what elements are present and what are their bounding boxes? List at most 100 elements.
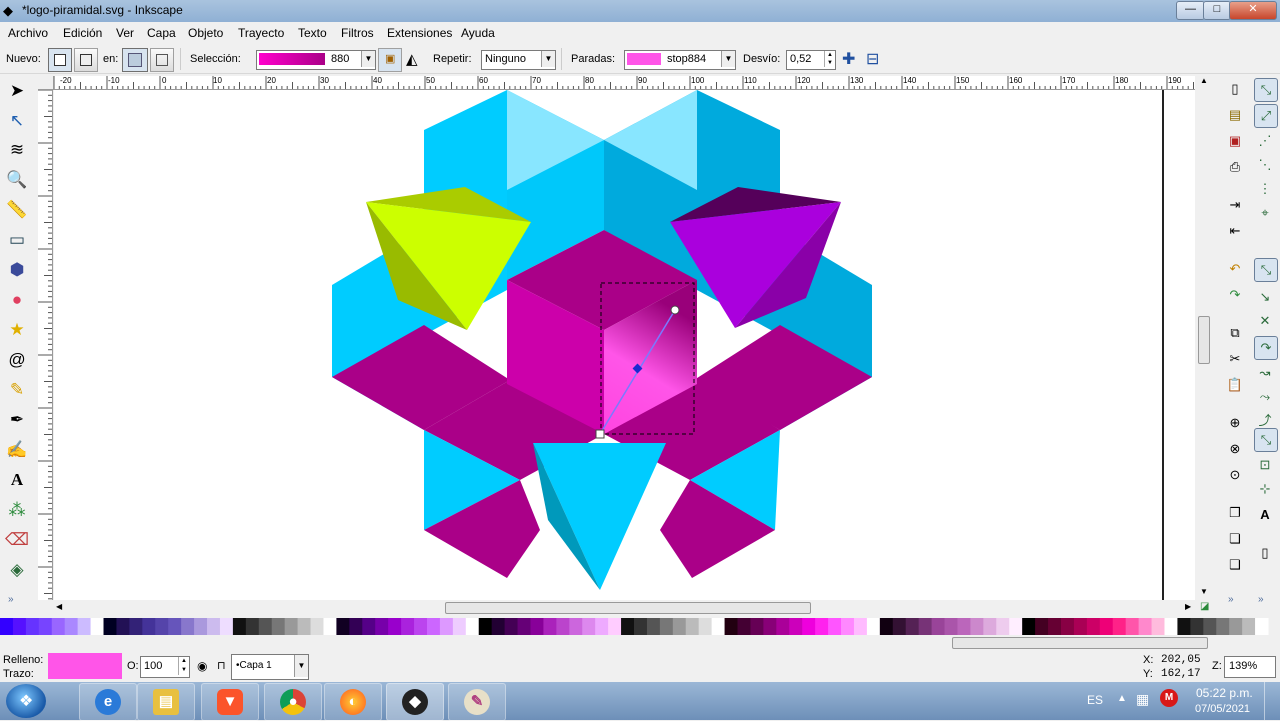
color-swatch[interactable] <box>323 618 337 635</box>
color-swatch[interactable] <box>1203 618 1217 635</box>
taskbar-firefox[interactable]: ◐ <box>324 683 382 721</box>
calligraphy-tool-icon[interactable]: ✍ <box>4 437 30 463</box>
snap-cusp-nodes-icon[interactable]: ↷ <box>1254 336 1278 360</box>
taskbar-ie[interactable]: e <box>79 683 137 721</box>
language-indicator[interactable]: ES <box>1087 693 1103 707</box>
zoom-tool-icon[interactable]: 🔍 <box>4 167 30 193</box>
snap-object-center-icon[interactable]: ⊡ <box>1254 454 1276 476</box>
color-swatch[interactable] <box>155 618 169 635</box>
layer-selector[interactable]: •Capa 1 ▼ <box>231 654 309 680</box>
color-swatch[interactable] <box>51 618 66 635</box>
copy-icon[interactable]: ⧉ <box>1226 324 1244 342</box>
more-snap-icon[interactable]: » <box>1258 594 1264 605</box>
color-swatch[interactable] <box>582 618 596 635</box>
color-swatch[interactable] <box>491 618 506 635</box>
start-button[interactable]: ❖ <box>6 684 46 718</box>
color-swatch[interactable] <box>116 618 130 635</box>
pen-tool-icon[interactable]: ✒ <box>4 407 30 433</box>
open-document-icon[interactable]: ▤ <box>1226 106 1244 124</box>
taskbar-inkscape[interactable]: ◆ <box>386 683 444 721</box>
color-swatch[interactable] <box>1216 618 1230 635</box>
color-swatch[interactable] <box>181 618 195 635</box>
color-swatch[interactable] <box>1190 618 1204 635</box>
snap-others-icon[interactable]: ⤡ <box>1254 428 1278 452</box>
star-tool-icon[interactable]: ★ <box>4 317 30 343</box>
snap-bbox-mid-icon[interactable]: ⋮ <box>1254 178 1276 200</box>
color-swatch[interactable] <box>841 618 855 635</box>
color-swatch[interactable] <box>232 618 247 635</box>
color-swatch[interactable] <box>401 618 415 635</box>
maximize-button[interactable]: □ <box>1203 1 1231 20</box>
snap-page-border-icon[interactable]: ▯ <box>1254 542 1276 564</box>
color-swatch[interactable] <box>750 618 764 635</box>
scroll-left-icon[interactable]: ◀ <box>56 602 62 611</box>
color-swatch[interactable] <box>698 618 713 635</box>
color-swatch[interactable] <box>349 618 363 635</box>
color-swatch[interactable] <box>892 618 907 635</box>
color-swatch[interactable] <box>1229 618 1243 635</box>
color-swatch[interactable] <box>879 618 894 635</box>
color-swatch[interactable] <box>931 618 946 635</box>
color-swatch[interactable] <box>996 618 1010 635</box>
scroll-thumb[interactable] <box>1198 316 1210 364</box>
show-desktop-button[interactable] <box>1264 682 1280 720</box>
color-swatch[interactable] <box>983 618 997 635</box>
insert-stop-icon[interactable]: ✚ <box>842 49 855 69</box>
color-swatch[interactable] <box>530 618 544 635</box>
color-swatch[interactable] <box>543 618 557 635</box>
more-tools-icon[interactable]: » <box>8 594 14 605</box>
canvas[interactable] <box>54 90 1195 600</box>
color-swatch[interactable] <box>918 618 933 635</box>
menu-ayuda[interactable]: Ayuda <box>461 26 495 40</box>
color-swatch[interactable] <box>207 618 221 635</box>
color-swatch[interactable] <box>1151 618 1165 635</box>
layer-lock-icon[interactable]: ⊓ <box>217 659 226 672</box>
color-swatch[interactable] <box>957 618 971 635</box>
snap-midpoints-icon[interactable]: ⤳ <box>1254 386 1276 408</box>
taskbar-chrome[interactable]: ● <box>264 683 322 721</box>
text-tool-icon[interactable]: A <box>4 467 30 493</box>
color-swatch[interactable] <box>0 618 14 635</box>
color-swatch[interactable] <box>142 618 156 635</box>
redo-icon[interactable]: ↷ <box>1226 286 1244 304</box>
reverse-gradient-icon[interactable]: ◭ <box>406 50 418 68</box>
color-swatch[interactable] <box>1177 618 1191 635</box>
color-swatch[interactable] <box>90 618 105 635</box>
color-swatch[interactable] <box>439 618 454 635</box>
color-swatch[interactable] <box>1112 618 1127 635</box>
color-swatch[interactable] <box>1060 618 1075 635</box>
zoom-drawing-icon[interactable]: ⊗ <box>1226 440 1244 458</box>
taskbar-brave[interactable]: ▼ <box>201 683 259 721</box>
snap-rotation-center-icon[interactable]: ⊹ <box>1254 478 1276 500</box>
fill-indicator[interactable] <box>48 653 122 679</box>
color-swatch[interactable] <box>815 618 829 635</box>
color-swatch[interactable] <box>595 618 609 635</box>
color-swatch[interactable] <box>659 618 674 635</box>
snap-text-baseline-icon[interactable]: A <box>1254 504 1276 526</box>
drawing[interactable] <box>54 90 1195 600</box>
color-swatch[interactable] <box>866 618 881 635</box>
color-swatch[interactable] <box>646 618 661 635</box>
color-swatch[interactable] <box>362 618 376 635</box>
color-swatch[interactable] <box>258 618 273 635</box>
color-swatch[interactable] <box>245 618 260 635</box>
menu-ver[interactable]: Ver <box>116 26 134 40</box>
color-swatch[interactable] <box>25 618 40 635</box>
menu-edicion[interactable]: Edición <box>63 26 102 40</box>
3d-box-tool-icon[interactable]: ⬢ <box>4 257 30 283</box>
clock-date[interactable]: 07/05/2021 <box>1195 703 1250 715</box>
color-swatch[interactable] <box>634 618 648 635</box>
gradient-start-handle[interactable] <box>595 429 605 439</box>
color-swatch[interactable] <box>724 618 739 635</box>
color-swatch[interactable] <box>853 618 868 635</box>
color-swatch[interactable] <box>77 618 92 635</box>
chevron-down-icon[interactable]: ▼ <box>361 51 375 67</box>
lock-icon[interactable]: ▣ <box>378 48 402 72</box>
color-swatch[interactable] <box>271 618 286 635</box>
fill-target-button[interactable] <box>122 48 148 72</box>
snap-bbox-edge-icon[interactable]: ⋰ <box>1254 130 1276 152</box>
duplicate-icon[interactable]: ❐ <box>1226 504 1244 522</box>
spin-arrows-icon[interactable]: ▲ ▼ <box>178 657 189 675</box>
color-swatch[interactable] <box>1035 618 1049 635</box>
vertical-scrollbar[interactable]: ▲ ▼ <box>1196 76 1212 600</box>
